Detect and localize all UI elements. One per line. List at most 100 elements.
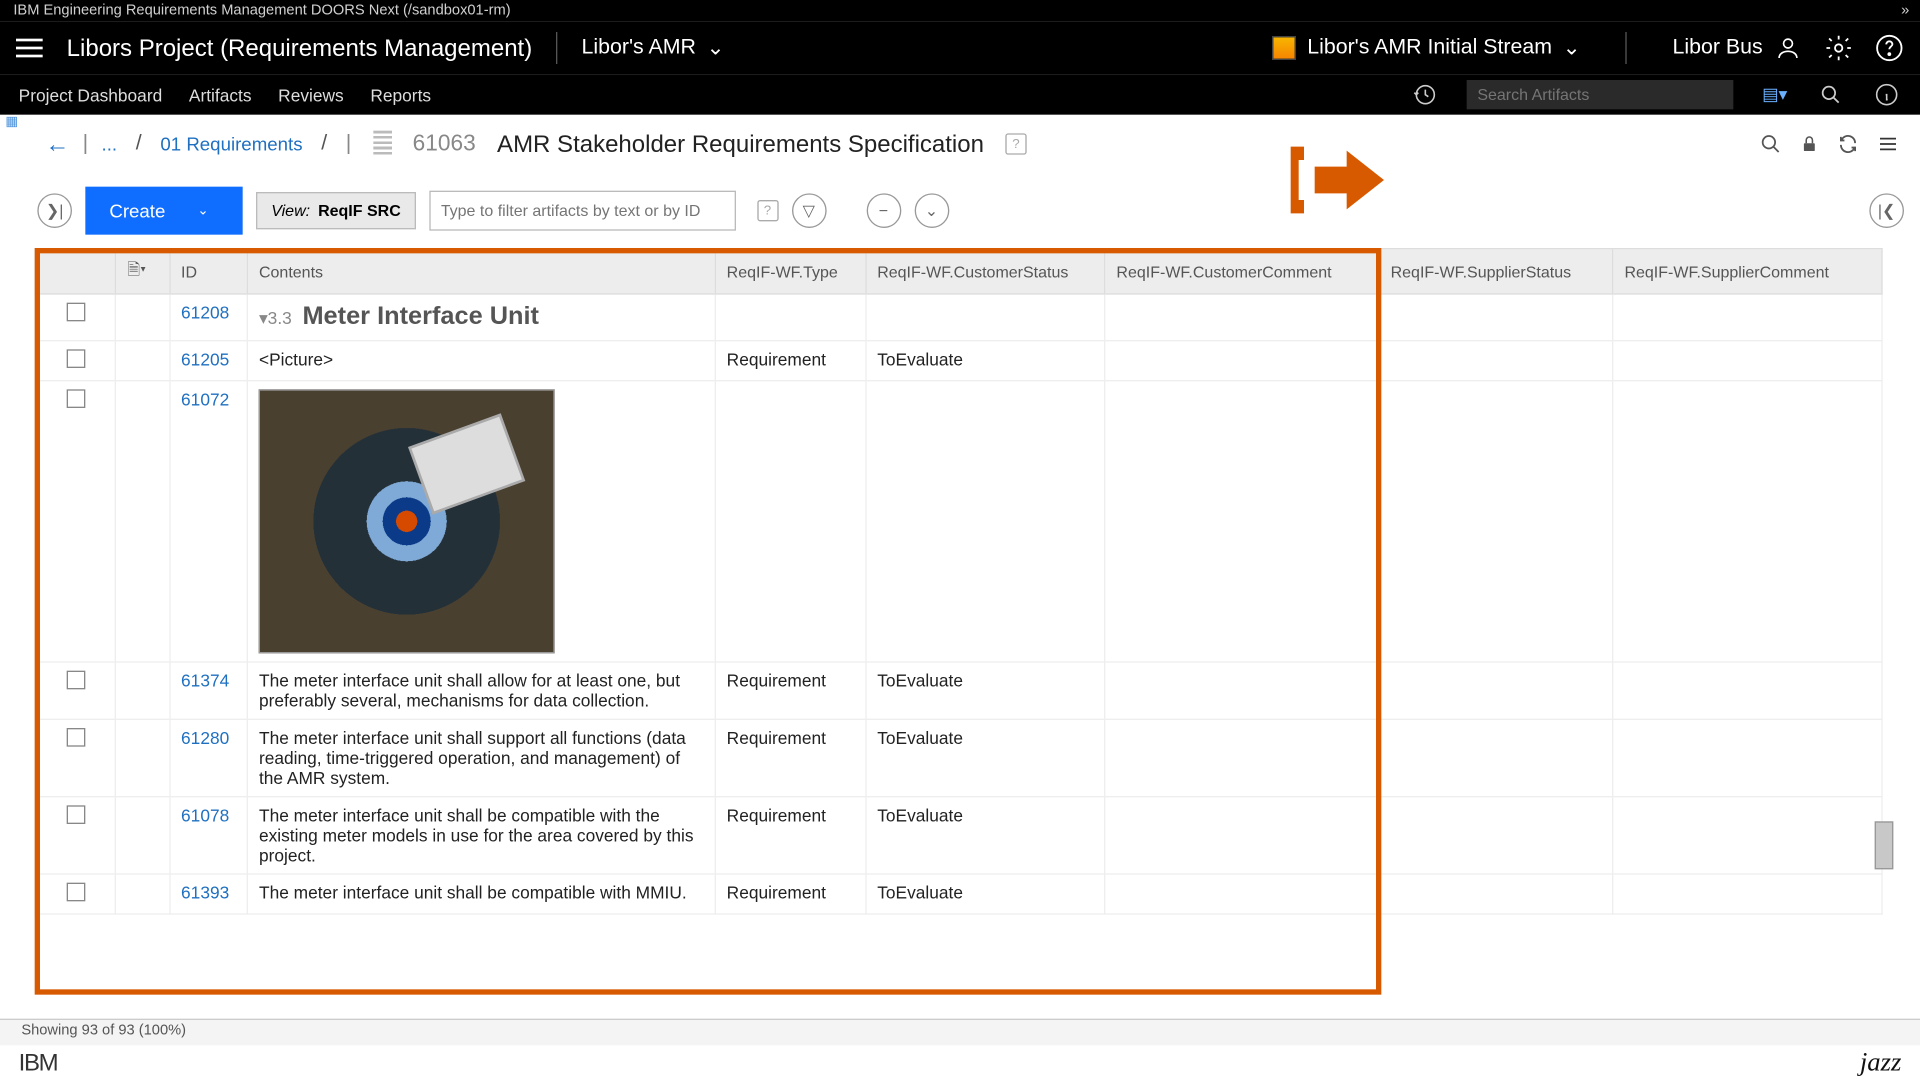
artifact-id-link[interactable]: 61280 <box>181 728 229 748</box>
expand-button[interactable]: ⌄ <box>914 193 949 228</box>
cell-contents[interactable]: <Picture> <box>248 341 716 381</box>
embedded-image <box>259 389 555 653</box>
menu-icon[interactable] <box>16 32 48 64</box>
cell-customer-comment <box>1105 294 1379 341</box>
status-text: Showing 93 of 93 (100%) <box>21 1023 186 1039</box>
cell-supplier-comment <box>1613 874 1882 914</box>
cell-supplier-status <box>1379 381 1613 662</box>
col-customer-status[interactable]: ReqIF-WF.CustomerStatus <box>866 249 1105 294</box>
lock-icon[interactable] <box>1800 133 1819 154</box>
cell-supplier-comment <box>1613 341 1882 381</box>
table-row[interactable]: 61393 The meter interface unit shall be c… <box>35 874 1882 914</box>
row-checkbox[interactable] <box>66 883 85 902</box>
col-type[interactable]: ReqIF-WF.Type <box>715 249 866 294</box>
create-button[interactable]: Create ⌄ <box>85 187 243 235</box>
breadcrumb-dots[interactable]: ... <box>102 133 118 154</box>
project-area-dropdown[interactable]: Libor's AMR ⌄ <box>582 35 725 62</box>
table-row[interactable]: 61280 The meter interface unit shall supp… <box>35 719 1882 796</box>
drag-grip-icon[interactable] <box>373 131 392 158</box>
artifact-id-link[interactable]: 61072 <box>181 389 229 409</box>
table-row[interactable]: 61078 The meter interface unit shall be c… <box>35 797 1882 874</box>
doc-help-icon[interactable]: ? <box>1005 133 1026 154</box>
cell-contents[interactable]: The meter interface unit shall be compat… <box>248 874 716 914</box>
cell-customer-comment <box>1105 341 1379 381</box>
tab-reviews[interactable]: Reviews <box>278 85 343 105</box>
filter-funnel-button[interactable]: ▽ <box>791 193 826 228</box>
refresh-icon[interactable] <box>1837 133 1858 154</box>
artifact-id-link[interactable]: 61393 <box>181 883 229 903</box>
col-customer-comment[interactable]: ReqIF-WF.CustomerComment <box>1105 249 1379 294</box>
col-supplier-status[interactable]: ReqIF-WF.SupplierStatus <box>1379 249 1613 294</box>
cell-supplier-comment <box>1613 381 1882 662</box>
artifact-id-link[interactable]: 61208 <box>181 303 229 323</box>
module-toolbar: ❯| Create ⌄ View: ReqIF SRC ? ▽ − ⌄ |❮ <box>0 173 1920 248</box>
cell-contents[interactable]: The meter interface unit shall allow for… <box>248 662 716 719</box>
titlebar-text: IBM Engineering Requirements Management … <box>13 3 510 19</box>
cell-customer-status: ToEvaluate <box>866 797 1105 874</box>
separator <box>1626 32 1627 64</box>
table-row[interactable]: 61208 ▾3.3Meter Interface Unit <box>35 294 1882 341</box>
collapse-right-panel-button[interactable]: |❮ <box>1869 193 1904 228</box>
cell-type <box>715 294 866 341</box>
col-contents[interactable]: Contents <box>248 249 716 294</box>
cell-customer-comment <box>1105 874 1379 914</box>
titlebar-chevrons[interactable]: » <box>1901 3 1907 19</box>
cell-type: Requirement <box>715 719 866 796</box>
user-menu[interactable]: Libor Bus <box>1673 33 1803 62</box>
cell-customer-comment <box>1105 719 1379 796</box>
table-row[interactable]: 61072 <box>35 381 1882 662</box>
scrollbar-thumb[interactable] <box>1875 821 1894 869</box>
footer: IBM jazz <box>0 1045 1920 1080</box>
gear-icon[interactable] <box>1824 33 1853 62</box>
tab-reports[interactable]: Reports <box>370 85 431 105</box>
filter-input[interactable] <box>429 191 736 231</box>
col-menu[interactable]: 🗎▾ <box>116 249 170 294</box>
content-header: ▦ ← | ... / 01 Requirements / | 61063 AM… <box>0 115 1920 174</box>
table-row[interactable]: 61374 The meter interface unit shall allo… <box>35 662 1882 719</box>
info-icon[interactable] <box>1872 80 1901 109</box>
more-menu-icon[interactable] <box>1877 133 1898 154</box>
artifact-table: 🗎▾ ID Contents ReqIF-WF.Type ReqIF-WF.Cu… <box>35 248 1883 915</box>
history-icon[interactable] <box>1411 80 1440 109</box>
help-icon[interactable] <box>1875 33 1904 62</box>
cell-contents[interactable]: The meter interface unit shall be compat… <box>248 797 716 874</box>
artifact-id-link[interactable]: 61374 <box>181 671 229 691</box>
cell-contents[interactable]: ▾3.3Meter Interface Unit <box>248 294 716 341</box>
tab-artifacts[interactable]: Artifacts <box>189 85 252 105</box>
cell-contents[interactable] <box>248 381 716 662</box>
table-row[interactable]: 61205<Picture>RequirementToEvaluate <box>35 341 1882 381</box>
cell-type <box>715 381 866 662</box>
apps-icon[interactable]: ▦ <box>5 115 18 130</box>
stream-selector[interactable]: Libor's AMR Initial Stream ⌄ <box>1273 35 1581 62</box>
chevron-down-icon: ⌄ <box>197 203 208 218</box>
col-checkbox[interactable] <box>35 249 116 294</box>
row-checkbox[interactable] <box>66 671 85 690</box>
view-selector[interactable]: View: ReqIF SRC <box>257 192 416 229</box>
search-icon[interactable] <box>1816 80 1845 109</box>
col-supplier-comment[interactable]: ReqIF-WF.SupplierComment <box>1613 249 1882 294</box>
col-id[interactable]: ID <box>170 249 248 294</box>
tab-dashboard[interactable]: Project Dashboard <box>19 85 163 105</box>
cell-supplier-status <box>1379 719 1613 796</box>
filter-help-icon[interactable]: ? <box>757 200 778 221</box>
cell-contents[interactable]: The meter interface unit shall support a… <box>248 719 716 796</box>
expand-sidebar-button[interactable]: ❯| <box>37 193 72 228</box>
artifact-id-link[interactable]: 61078 <box>181 805 229 825</box>
artifact-id-link[interactable]: 61205 <box>181 349 229 369</box>
search-artifacts-input[interactable] <box>1467 80 1734 109</box>
project-title[interactable]: Libors Project (Requirements Management) <box>67 34 533 62</box>
search-settings-icon[interactable]: ▤▾ <box>1760 80 1789 109</box>
search-icon[interactable] <box>1760 133 1781 154</box>
cell-supplier-status <box>1379 874 1613 914</box>
create-label: Create <box>109 200 165 221</box>
breadcrumb-folder[interactable]: 01 Requirements <box>160 133 302 154</box>
back-button[interactable]: ← <box>45 130 69 158</box>
row-checkbox[interactable] <box>66 389 85 408</box>
view-name: ReqIF SRC <box>318 201 401 220</box>
row-checkbox[interactable] <box>66 349 85 368</box>
row-checkbox[interactable] <box>66 303 85 322</box>
cell-supplier-comment <box>1613 662 1882 719</box>
row-checkbox[interactable] <box>66 805 85 824</box>
collapse-button[interactable]: − <box>866 193 901 228</box>
row-checkbox[interactable] <box>66 728 85 747</box>
